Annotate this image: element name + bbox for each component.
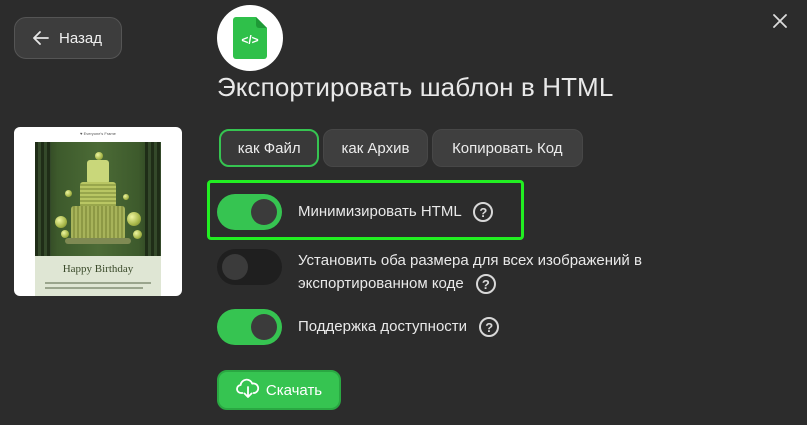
thumbnail-image [35, 142, 161, 256]
question-circle-icon[interactable]: ? [479, 317, 500, 338]
minify-html-label: Минимизировать HTML [298, 203, 462, 220]
accessibility-label: Поддержка доступности [298, 318, 468, 335]
tab-as-archive[interactable]: как Архив [323, 129, 428, 167]
tab-as-file[interactable]: как Файл [219, 129, 320, 167]
option-image-sizes: Установить оба размера для всех изображе… [217, 249, 642, 295]
code-file-icon: </> [233, 17, 267, 59]
download-button[interactable]: Скачать [217, 370, 341, 410]
question-circle-icon[interactable]: ? [475, 274, 496, 295]
question-circle-icon[interactable]: ? [473, 202, 494, 223]
page-title: Экспортировать шаблон в HTML [217, 72, 614, 102]
thumbnail-caption: Happy Birthday [62, 263, 134, 275]
accessibility-toggle[interactable] [217, 309, 282, 345]
thumbnail-header: ♥ Everyone's Frame [80, 131, 116, 136]
image-sizes-toggle[interactable] [217, 249, 282, 285]
arrow-left-icon [33, 31, 49, 45]
option-minify-html: Минимизировать HTML ? [217, 194, 494, 230]
back-button[interactable]: Назад [14, 17, 122, 59]
image-sizes-label-line1: Установить оба размера для всех изображе… [298, 252, 642, 269]
export-mode-tabs: как Файл как Архив Копировать Код [217, 127, 585, 169]
template-thumbnail: ♥ Everyone's Frame Happy Birthday [14, 127, 182, 296]
tab-copy-code[interactable]: Копировать Код [431, 129, 583, 167]
file-icon-badge: </> [217, 5, 283, 71]
minify-html-toggle[interactable] [217, 194, 282, 230]
option-accessibility: Поддержка доступности ? [217, 309, 500, 345]
thumbnail-caption-area: Happy Birthday [35, 256, 161, 296]
cloud-download-icon [235, 378, 260, 402]
image-sizes-label-line2: экспортированном коде [298, 275, 464, 292]
file-icon-glyph: </> [241, 33, 258, 47]
back-label: Назад [59, 29, 102, 47]
download-label: Скачать [265, 381, 323, 399]
export-dialog: Назад </> Экспортировать шаблон в HTML ♥… [0, 0, 807, 425]
close-icon[interactable] [773, 14, 791, 32]
